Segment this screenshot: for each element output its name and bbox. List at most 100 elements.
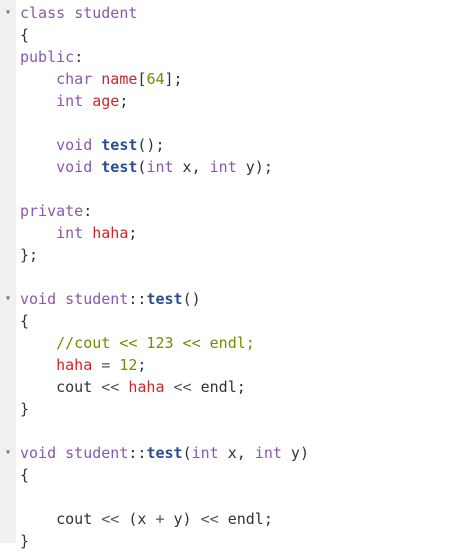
code-token: private: [20, 202, 84, 220]
code-token: ;: [119, 92, 129, 110]
code-token: {: [20, 312, 30, 330]
fold-chevron-icon[interactable]: ▾: [1, 442, 15, 464]
code-token: void: [20, 444, 57, 462]
code-line[interactable]: cout << (x + y) << endl;: [20, 508, 467, 530]
code-token: <<: [101, 378, 120, 396]
code-token: }: [20, 532, 30, 550]
code-line[interactable]: void test();: [20, 134, 467, 156]
code-token: void: [56, 136, 93, 154]
code-line[interactable]: ▾ class student: [5, 2, 467, 24]
code-token: void: [56, 158, 93, 176]
code-area[interactable]: ▾ class student { public: char name[64]; in…: [5, 2, 467, 552]
code-token: :: [74, 48, 84, 66]
code-token: haha: [128, 378, 165, 396]
code-token: student: [65, 290, 129, 308]
code-token: y);: [236, 158, 273, 176]
code-line[interactable]: private:: [20, 200, 467, 222]
code-line[interactable]: [20, 486, 467, 508]
code-token: int: [56, 224, 84, 242]
code-editor[interactable]: ▾ class student{public: char name[64]; in…: [0, 0, 467, 550]
code-token: ];: [164, 70, 183, 88]
code-line[interactable]: [20, 266, 467, 288]
code-token: ();: [137, 136, 165, 154]
code-token: :: [83, 202, 93, 220]
code-token: cout: [20, 378, 102, 396]
code-token: test: [101, 136, 138, 154]
code-token: ;: [128, 224, 138, 242]
code-line[interactable]: public:: [20, 46, 467, 68]
code-token: char: [56, 70, 93, 88]
code-token: haha: [56, 356, 93, 374]
code-token: int: [254, 444, 282, 462]
code-token: ::: [128, 290, 147, 308]
code-line[interactable]: haha = 12;: [20, 354, 467, 376]
code-token: endl;: [191, 378, 246, 396]
code-token: public: [20, 48, 75, 66]
code-token: }: [20, 400, 30, 418]
code-token: student: [65, 444, 129, 462]
code-line[interactable]: ▾ void student::test(int x, int y): [5, 442, 467, 464]
code-line[interactable]: ▾ void student::test(): [5, 288, 467, 310]
code-line[interactable]: }: [20, 530, 467, 552]
code-line[interactable]: [20, 112, 467, 134]
code-token: 64: [146, 70, 165, 88]
code-line[interactable]: char name[64];: [20, 68, 467, 90]
code-token: int: [146, 158, 174, 176]
code-line[interactable]: [20, 420, 467, 442]
code-token: ::: [128, 444, 147, 462]
code-line[interactable]: int age;: [20, 90, 467, 112]
code-line[interactable]: };: [20, 244, 467, 266]
code-token: cout: [20, 510, 102, 528]
code-line[interactable]: {: [20, 24, 467, 46]
code-line[interactable]: void test(int x, int y);: [20, 156, 467, 178]
code-token: class: [20, 4, 75, 22]
fold-chevron-icon[interactable]: ▾: [1, 2, 15, 24]
code-token: test: [101, 158, 138, 176]
code-token: void: [20, 290, 57, 308]
code-line[interactable]: [20, 178, 467, 200]
code-token: {: [20, 26, 30, 44]
code-line[interactable]: {: [20, 464, 467, 486]
code-line[interactable]: }: [20, 398, 467, 420]
code-token: <<: [101, 510, 120, 528]
code-token: age: [92, 92, 120, 110]
fold-chevron-icon[interactable]: ▾: [1, 288, 15, 310]
code-token: y): [281, 444, 309, 462]
code-token: x,: [218, 444, 255, 462]
code-token: 12: [119, 356, 138, 374]
code-token: {: [20, 466, 30, 484]
code-token: int: [191, 444, 219, 462]
code-token: +: [155, 510, 165, 528]
code-token: (: [182, 444, 192, 462]
code-token: (): [182, 290, 201, 308]
code-line[interactable]: //cout << 123 << endl;: [20, 332, 467, 354]
code-token: y): [164, 510, 201, 528]
code-token: int: [56, 92, 84, 110]
code-token: test: [146, 290, 183, 308]
code-token: name: [101, 70, 138, 88]
code-token: (x: [119, 510, 156, 528]
code-line[interactable]: cout << haha << endl;: [20, 376, 467, 398]
code-token: <<: [173, 378, 192, 396]
code-token: =: [92, 356, 120, 374]
code-token: //cout << 123 << endl;: [56, 334, 255, 352]
code-token: int: [209, 158, 237, 176]
code-token: endl;: [218, 510, 273, 528]
code-line[interactable]: int haha;: [20, 222, 467, 244]
code-token: <<: [200, 510, 219, 528]
code-line[interactable]: {: [20, 310, 467, 332]
code-token: };: [20, 246, 39, 264]
